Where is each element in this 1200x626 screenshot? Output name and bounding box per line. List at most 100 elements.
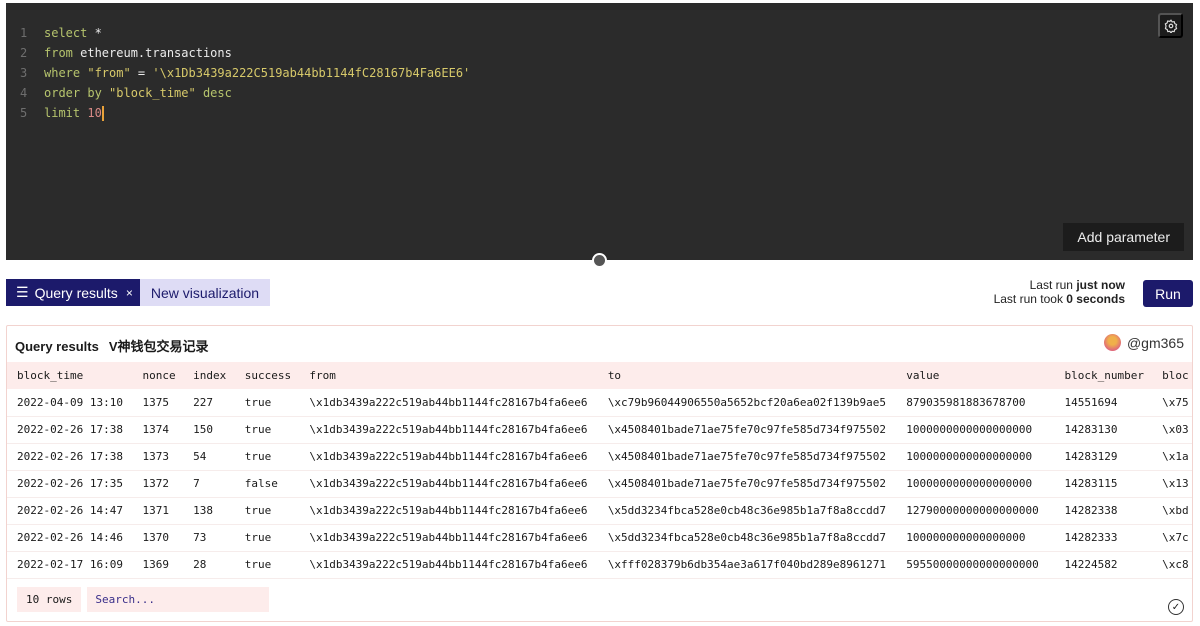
last-run-label: Last run (1029, 278, 1077, 292)
tab-label: Query results (34, 284, 118, 301)
table-cell: 14283115 (1054, 470, 1153, 498)
column-header[interactable]: block_time (7, 362, 133, 389)
table-cell: \xc8 (1152, 551, 1192, 579)
table-row: 2022-02-26 17:35 1372 7 false \x1db3439a222c… (7, 470, 1192, 498)
table-cell: 54 (183, 443, 235, 471)
code-token: 10 (80, 106, 102, 120)
code-token: order by (44, 86, 102, 100)
code-line[interactable]: 2 from ethereum.transactions (20, 43, 470, 63)
add-parameter-button[interactable]: Add parameter (1063, 223, 1184, 251)
table-cell: true (234, 416, 300, 444)
table-cell: 2022-02-26 17:38 (7, 416, 133, 444)
search-input[interactable] (87, 587, 270, 612)
table-cell: 1373 (132, 443, 184, 471)
code-lines[interactable]: 1 select * 2 from ethereum.transactions 3 whe… (20, 23, 470, 123)
column-header[interactable]: success (234, 362, 300, 389)
column-header[interactable]: value (896, 362, 1055, 389)
column-header[interactable]: nonce (132, 362, 184, 389)
table-cell: \x4508401bade71ae75fe70c97fe585d734f9755… (597, 470, 897, 498)
table-cell: 1370 (132, 524, 184, 552)
code-token: = (130, 66, 153, 80)
text-cursor (101, 106, 104, 121)
table-cell: 14283129 (1054, 443, 1153, 471)
table-cell: \x13 (1152, 470, 1192, 498)
tab-query-results[interactable]: ☰ Query results × (6, 279, 140, 306)
last-run-value: just now (1076, 278, 1125, 292)
table-cell: \x4508401bade71ae75fe70c97fe585d734f9755… (597, 416, 897, 444)
gear-icon (1164, 18, 1177, 33)
line-number: 3 (20, 66, 28, 80)
table-cell: 12790000000000000000 (896, 497, 1055, 525)
table-cell: \x7c (1152, 524, 1192, 552)
table-cell: 73 (183, 524, 235, 552)
table-cell: 14551694 (1054, 389, 1153, 417)
code-token: where (44, 66, 81, 80)
table-cell: 2022-02-17 16:09 (7, 551, 133, 579)
code-line[interactable]: 5 limit 10 (20, 103, 470, 123)
code-token: select (44, 26, 88, 40)
table-cell: \x1db3439a222c519ab44bb1144fc28167b4fa6e… (299, 497, 598, 525)
table-cell: \x1db3439a222c519ab44bb1144fc28167b4fa6e… (299, 470, 598, 498)
table-cell: \x1db3439a222c519ab44bb1144fc28167b4fa6e… (299, 443, 598, 471)
table-cell: \xfff028379b6db354ae3a617f040bd289e89612… (597, 551, 897, 579)
table-cell: 2022-02-26 14:46 (7, 524, 133, 552)
line-number: 5 (20, 106, 28, 120)
code-token: "block_time" (101, 86, 196, 100)
run-button[interactable]: Run (1143, 280, 1193, 307)
code-token: desc (195, 86, 232, 100)
table-cell: \x1db3439a222c519ab44bb1144fc28167b4fa6e… (299, 551, 598, 579)
results-table: block_time nonce index success from to value bl… (7, 362, 1192, 579)
table-cell: 14283130 (1054, 416, 1153, 444)
table-cell: 1000000000000000000 (896, 443, 1055, 471)
resize-handle[interactable] (592, 253, 607, 268)
table-cell: 2022-02-26 17:35 (7, 470, 133, 498)
table-cell: \xbd (1152, 497, 1192, 525)
avatar (1103, 334, 1121, 351)
tab-new-visualization[interactable]: New visualization (140, 279, 270, 306)
username: @gm365 (1126, 334, 1184, 351)
list-icon: ☰ (16, 284, 29, 300)
column-header[interactable]: block_number (1054, 362, 1153, 389)
table-cell: 1369 (132, 551, 184, 579)
table-cell: 1000000000000000000 (896, 416, 1055, 444)
column-header[interactable]: to (597, 362, 897, 389)
table-cell: 14282338 (1054, 497, 1153, 525)
code-line[interactable]: 4 order by "block_time" desc (20, 83, 470, 103)
table-row: 2022-02-26 14:47 1371 138 true \x1db3439a222… (7, 497, 1192, 525)
table-cell: true (234, 443, 300, 471)
code-token: "from" (80, 66, 131, 80)
table-cell: \x5dd3234fbca528e0cb48c36e985b1a7f8a8ccd… (597, 497, 897, 525)
table-cell: 1371 (132, 497, 184, 525)
close-icon[interactable]: × (126, 286, 133, 300)
table-cell: 227 (183, 389, 235, 417)
code-line[interactable]: 3 where "from" = '\x1Db3439a222C519ab44bb… (20, 63, 470, 83)
settings-button[interactable] (1158, 13, 1183, 38)
code-token: '\x1Db3439a222C519ab44bb1144fC28167b4Fa6… (152, 66, 471, 80)
column-header[interactable]: from (299, 362, 598, 389)
code-token: from (44, 46, 73, 60)
column-header[interactable]: index (183, 362, 235, 389)
table-cell: false (234, 470, 300, 498)
table-cell: \x4508401bade71ae75fe70c97fe585d734f9755… (597, 443, 897, 471)
table-cell: 2022-04-09 13:10 (7, 389, 133, 417)
table-cell: 2022-02-26 17:38 (7, 443, 133, 471)
column-header[interactable]: bloc (1152, 362, 1192, 389)
table-cell: true (234, 551, 300, 579)
check-circle-icon: ✓ (1168, 599, 1184, 615)
row-count: 10 rows (17, 587, 82, 612)
results-panel: Query results V神钱包交易记录 @gm365 block_time n… (6, 325, 1193, 622)
table-cell: true (234, 389, 300, 417)
user-link[interactable]: @gm365 (1103, 334, 1184, 351)
table-cell: 14224582 (1054, 551, 1153, 579)
table-row: 2022-02-26 14:46 1370 73 true \x1db3439a222c… (7, 524, 1192, 552)
code-token: ethereum.transactions (72, 46, 232, 60)
table-cell: 14282333 (1054, 524, 1153, 552)
table-cell: \x1a (1152, 443, 1192, 471)
sql-editor[interactable]: 1 select * 2 from ethereum.transactions 3 whe… (6, 3, 1193, 260)
code-line[interactable]: 1 select * (20, 23, 470, 43)
table-cell: 2022-02-26 14:47 (7, 497, 133, 525)
table-cell: 28 (183, 551, 235, 579)
duration-value: 0 seconds (1066, 292, 1125, 306)
table-row: 2022-02-26 17:38 1373 54 true \x1db3439a222c… (7, 443, 1192, 471)
duration-label: Last run took (993, 292, 1067, 306)
